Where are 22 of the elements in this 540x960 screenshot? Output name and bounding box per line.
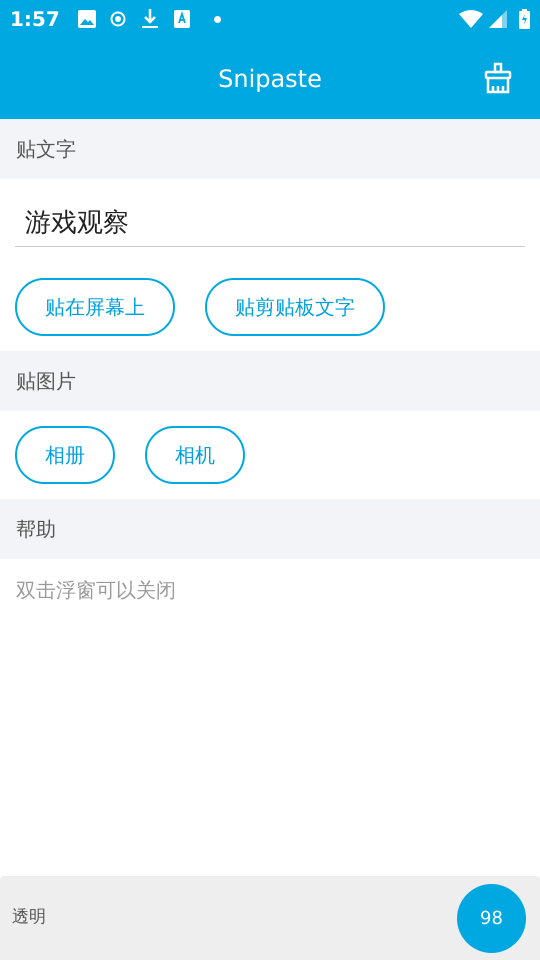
battery-icon xyxy=(519,9,530,29)
dot-icon xyxy=(214,16,221,22)
section-header: 贴文字 xyxy=(16,136,76,163)
pill-button[interactable]: 相册 xyxy=(15,426,115,484)
pill-button[interactable]: 贴在屏幕上 xyxy=(15,278,175,336)
status-time: 1:57 xyxy=(10,6,60,33)
record-icon xyxy=(110,11,126,27)
broom-icon[interactable] xyxy=(484,62,512,94)
text-field[interactable]: 游戏观察 xyxy=(15,199,525,247)
opacity-label: 透明 xyxy=(12,906,46,930)
section-header: 贴图片 xyxy=(16,368,76,395)
pill-button[interactable]: 贴剪贴板文字 xyxy=(205,278,385,336)
image-icon xyxy=(78,10,96,28)
download-icon xyxy=(142,9,158,29)
section-header: 帮助 xyxy=(16,516,56,543)
pill-button[interactable]: 相机 xyxy=(145,426,245,484)
opacity-value-button[interactable]: 98 xyxy=(457,884,526,952)
signal-icon xyxy=(489,10,507,28)
font-icon xyxy=(174,10,190,28)
wifi-icon xyxy=(459,10,483,28)
app-title: Snipaste xyxy=(218,64,322,94)
help-text: 双击浮窗可以关闭 xyxy=(16,578,176,602)
